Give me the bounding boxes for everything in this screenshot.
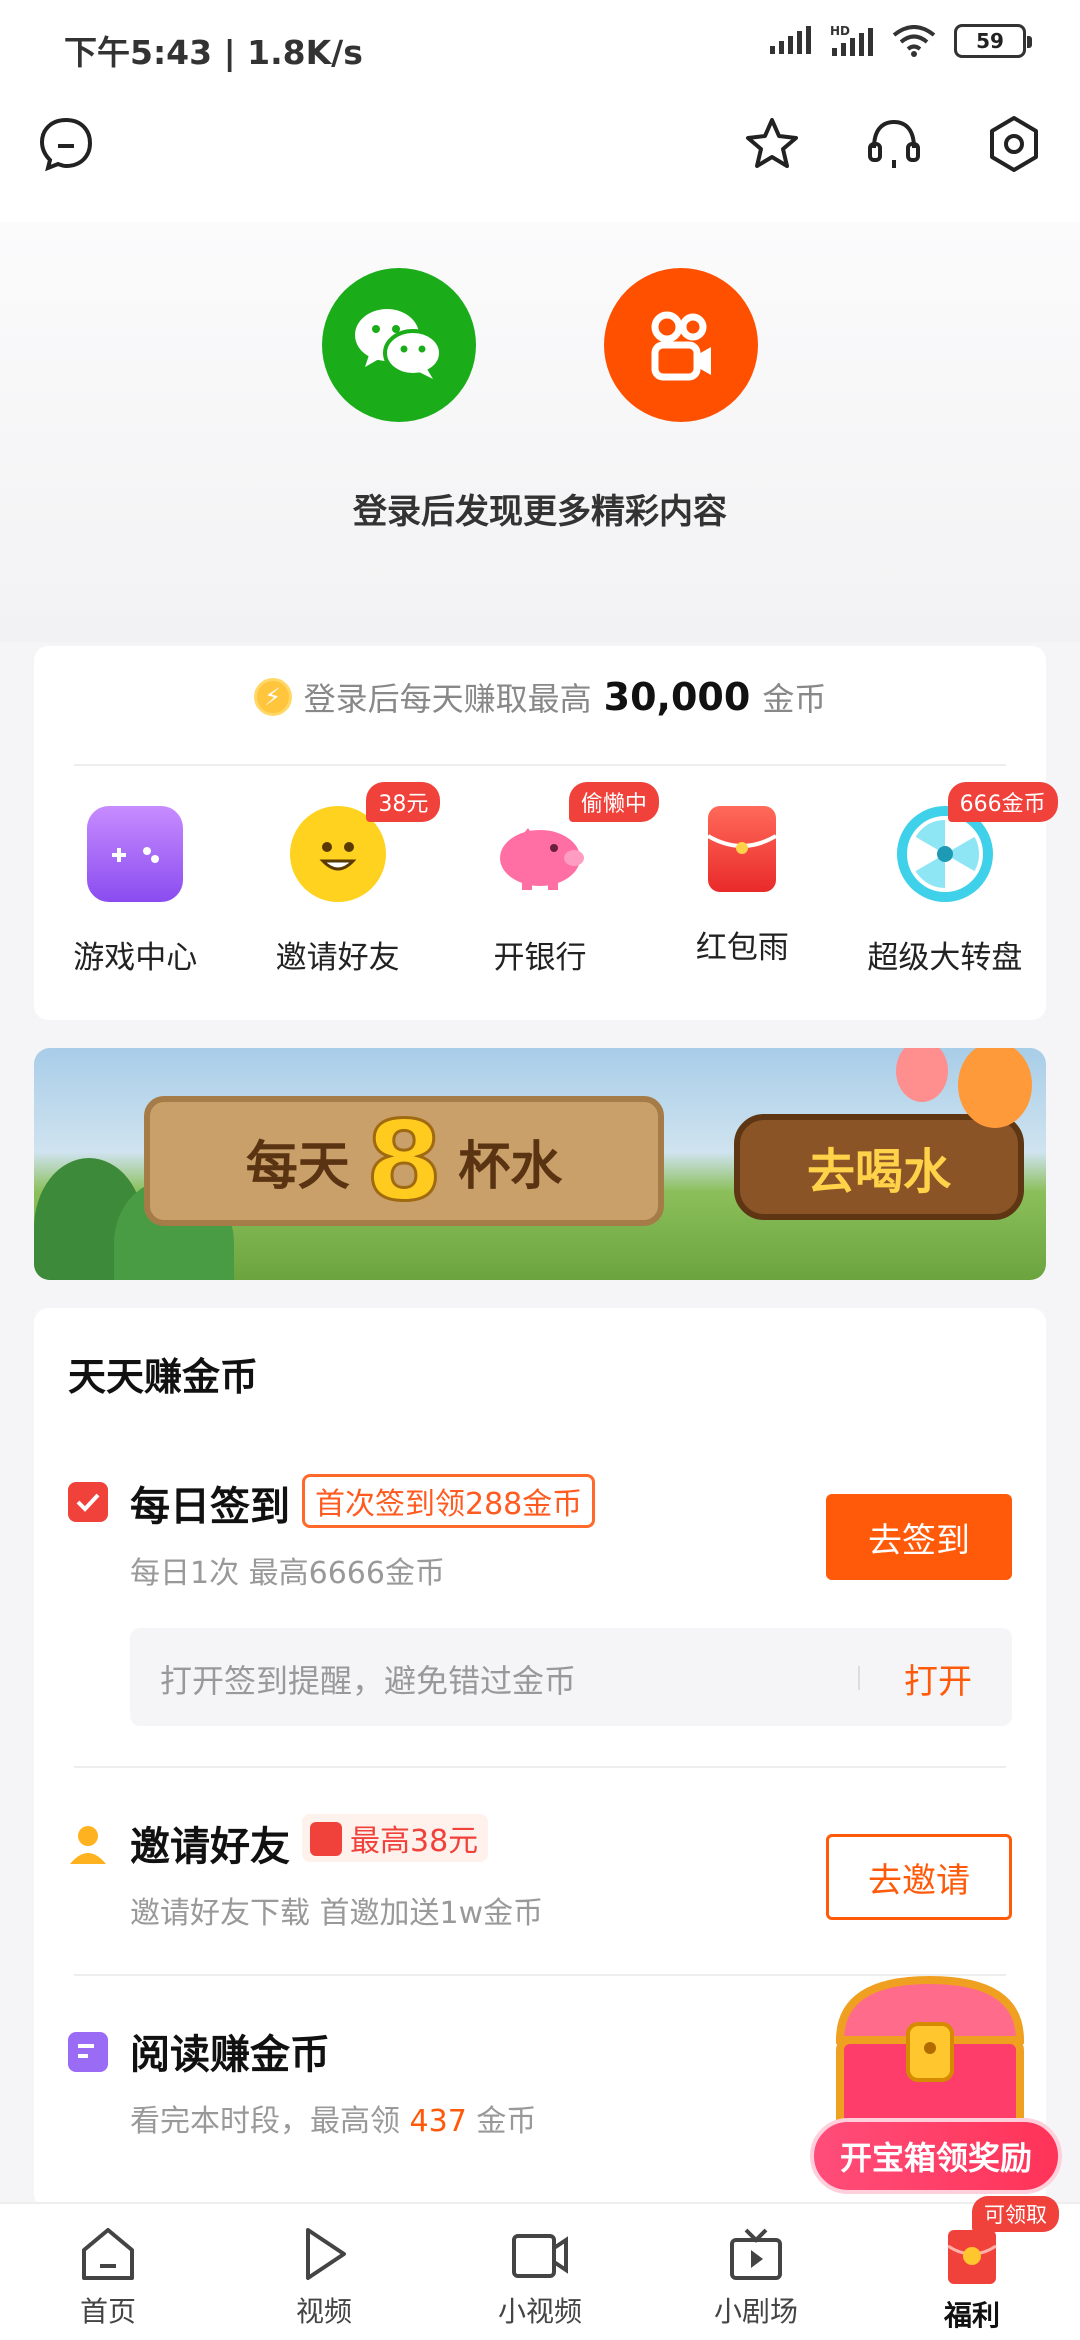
red-packet-icon xyxy=(310,1822,342,1856)
earn-divider xyxy=(74,764,1006,766)
open-treasure-button[interactable]: 开宝箱领奖励 xyxy=(810,2118,1062,2194)
nav-badge: 可领取 xyxy=(972,2196,1059,2232)
banner-number: 8 xyxy=(364,1096,444,1227)
read-sub-prefix: 看完本时段，最高领 xyxy=(130,2104,400,2139)
drink-water-banner[interactable]: 每天 8 杯水 去喝水 xyxy=(34,1048,1046,1280)
kuaishou-icon xyxy=(651,311,711,381)
nav-theater[interactable]: 小剧场 xyxy=(648,2204,864,2340)
top-bar xyxy=(0,92,1080,222)
earn-amount: 30,000 xyxy=(603,675,751,719)
task-tag: 最高38元 xyxy=(302,1814,489,1862)
wifi-icon xyxy=(892,25,936,57)
balloon-decoration xyxy=(958,1048,1032,1128)
wechat-icon xyxy=(355,309,443,379)
battery-level: 59 xyxy=(976,29,1004,53)
tv-icon xyxy=(730,2228,782,2280)
task-subtitle: 看完本时段，最高领 437 金币 xyxy=(130,2096,536,2140)
task-subtitle: 邀请好友下载 首邀加送1w金币 xyxy=(130,1896,544,1931)
kuaishou-login-button[interactable] xyxy=(604,268,758,422)
grid-item-invite-friends[interactable]: 38元 邀请好友 xyxy=(236,782,441,977)
read-sub-suffix: 金币 xyxy=(476,2104,537,2139)
grid-item-red-packet-rain[interactable]: 红包雨 xyxy=(641,806,843,977)
task-tag: 首次签到领288金币 xyxy=(302,1474,596,1528)
grid-item-bank[interactable]: 偷懒中 开银行 xyxy=(439,782,659,977)
battery-icon: 59 xyxy=(954,24,1032,58)
nav-label: 小剧场 xyxy=(713,2295,798,2328)
reminder-divider xyxy=(858,1666,860,1690)
grid-item-label: 邀请好友 xyxy=(275,940,400,976)
banner-scroll: 每天 8 杯水 xyxy=(144,1096,664,1227)
tasks-title: 天天赚金币 xyxy=(68,1355,259,1399)
nav-short-video[interactable]: 小视频 xyxy=(432,2204,648,2340)
banner-text-right: 杯水 xyxy=(458,1136,563,1197)
earn-suffix: 金币 xyxy=(762,680,827,718)
checkin-button[interactable]: 去签到 xyxy=(826,1494,1012,1580)
nav-welfare[interactable]: 可领取 福利 xyxy=(864,2196,1080,2340)
grid-item-badge: 38元 xyxy=(366,782,441,822)
task-divider xyxy=(74,1766,1006,1768)
reminder-open-button[interactable]: 打开 xyxy=(904,1654,972,1703)
task-name: 阅读赚金币 xyxy=(130,2032,330,2078)
grid-item-label: 超级大转盘 xyxy=(867,940,1023,976)
status-icons: HD 59 xyxy=(768,24,1032,58)
gamepad-icon xyxy=(87,806,184,902)
signal-hd-icon: HD xyxy=(830,24,873,56)
status-bar: 下午5:43 | 1.8K/s HD 59 xyxy=(0,0,1080,92)
invite-button[interactable]: 去邀请 xyxy=(826,1834,1012,1920)
nav-video[interactable]: 视频 xyxy=(216,2204,432,2340)
banner-text-left: 每天 xyxy=(245,1136,350,1197)
reminder-text: 打开签到提醒，避免错过金币 xyxy=(160,1662,577,1700)
grid-item-label: 游戏中心 xyxy=(73,940,198,976)
nav-home[interactable]: 首页 xyxy=(0,2204,216,2340)
camera-icon xyxy=(512,2234,568,2278)
nav-label: 首页 xyxy=(79,2295,136,2328)
favorite-star-icon[interactable] xyxy=(732,104,812,184)
earn-prefix: 登录后每天赚取最高 xyxy=(303,680,592,718)
status-time: 下午5:43 | 1.8K/s xyxy=(64,33,363,72)
lightning-coin-icon: ⚡ xyxy=(253,678,292,716)
login-section: 登录后发现更多精彩内容 xyxy=(0,222,1080,642)
svg-text:HD: HD xyxy=(830,24,850,38)
nav-label: 福利 xyxy=(943,2299,1000,2332)
task-name: 邀请好友 xyxy=(130,1824,290,1870)
login-hint-text: 登录后发现更多精彩内容 xyxy=(353,492,727,532)
grid-item-game-center[interactable]: 游戏中心 xyxy=(34,806,236,977)
nav-label: 视频 xyxy=(295,2295,352,2328)
document-icon xyxy=(68,2032,108,2072)
grid-item-label: 红包雨 xyxy=(695,930,789,966)
task-tag-text: 最高38元 xyxy=(350,1824,479,1859)
earn-card: ⚡ 登录后每天赚取最高 30,000 金币 游戏中心 38元 邀请好友 偷懒中 … xyxy=(34,646,1058,1020)
calendar-check-icon xyxy=(68,1482,108,1522)
earn-grid: 游戏中心 38元 邀请好友 偷懒中 开银行 红包雨 666金币 超级大转盘 xyxy=(34,782,1058,977)
customer-service-icon[interactable] xyxy=(854,104,934,184)
balloon-decoration xyxy=(896,1048,948,1102)
grid-item-badge: 666金币 xyxy=(947,782,1058,822)
home-icon xyxy=(82,2228,134,2280)
play-icon xyxy=(306,2228,346,2280)
settings-icon[interactable] xyxy=(974,104,1054,184)
signal-icon xyxy=(770,26,811,54)
go-drink-button[interactable]: 去喝水 xyxy=(734,1114,1024,1220)
bottom-nav: 首页 视频 小视频 小剧场 可领取 福利 xyxy=(0,2196,1080,2340)
task-subtitle: 每日1次 最高6666金币 xyxy=(130,1556,445,1591)
checkin-reminder: 打开签到提醒，避免错过金币 打开 xyxy=(130,1628,1012,1726)
read-sub-amount: 437 xyxy=(409,2104,467,2139)
earn-summary: ⚡ 登录后每天赚取最高 30,000 金币 xyxy=(34,674,1046,720)
red-packet-icon xyxy=(708,806,777,892)
grid-item-lucky-wheel[interactable]: 666金币 超级大转盘 xyxy=(844,782,1058,977)
message-icon[interactable] xyxy=(26,104,106,184)
task-name: 每日签到 xyxy=(130,1484,290,1530)
grid-item-label: 开银行 xyxy=(493,940,587,976)
red-envelope-icon xyxy=(947,2230,997,2284)
nav-label: 小视频 xyxy=(497,2295,582,2328)
wechat-login-button[interactable] xyxy=(322,268,476,422)
person-icon xyxy=(68,1824,108,1864)
